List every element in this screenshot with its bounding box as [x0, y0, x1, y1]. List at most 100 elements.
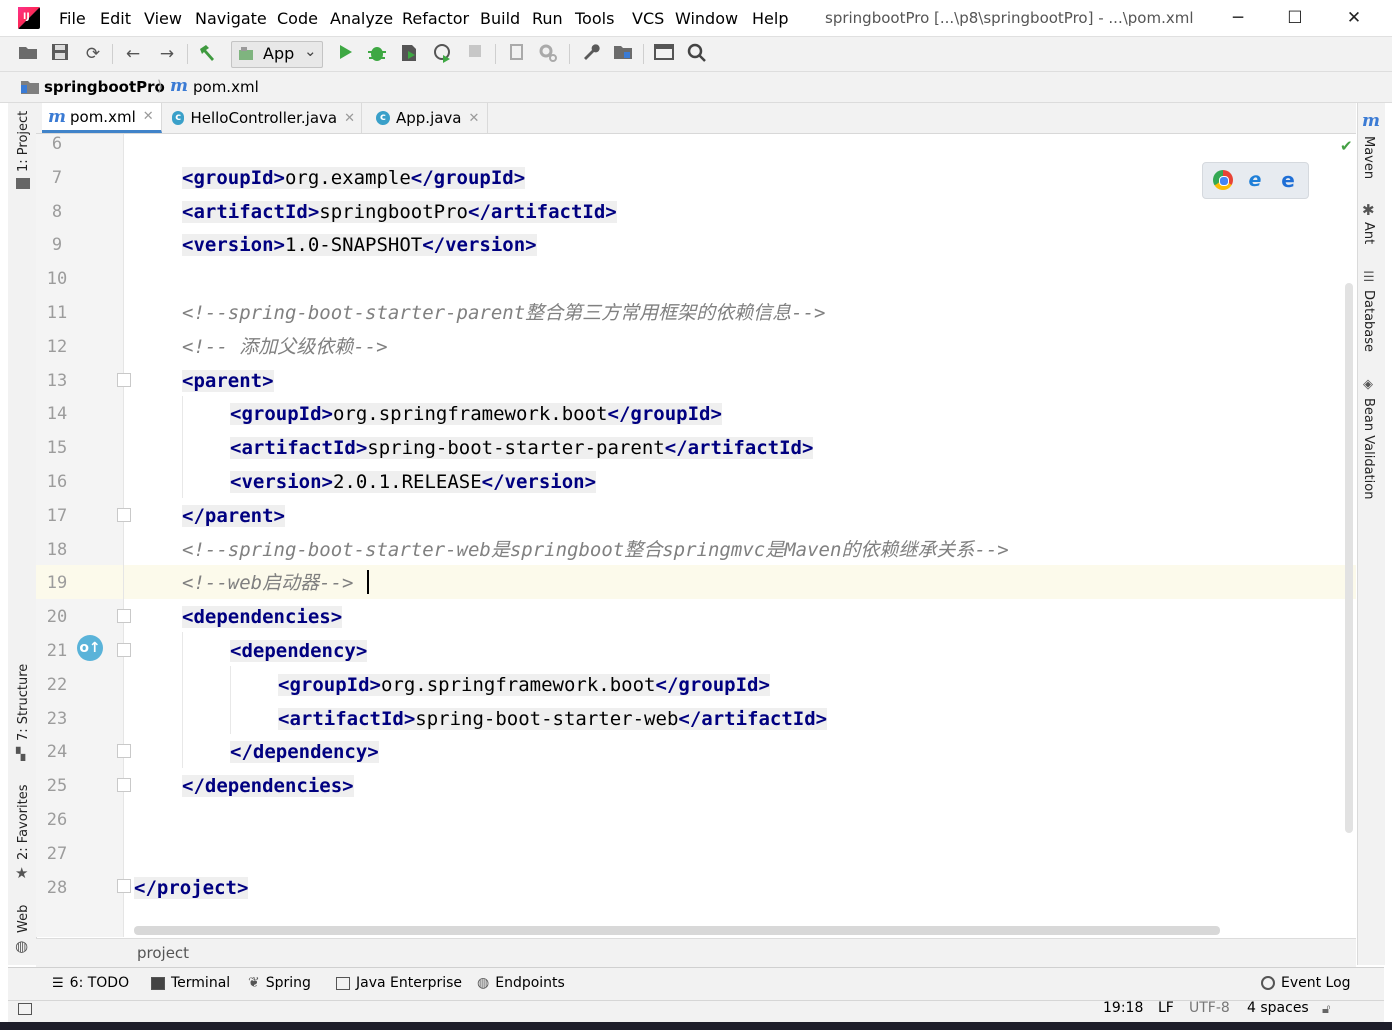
project-tool-tab[interactable]: 1: Project [16, 111, 31, 172]
code-line[interactable]: <groupId>org.springframework.boot</group… [230, 397, 722, 431]
forward-arrow-icon[interactable]: → [156, 43, 178, 65]
tab-app-java[interactable]: c App.java ✕ [370, 103, 488, 133]
menu-edit[interactable]: Edit [100, 9, 131, 28]
bean-validation-tool-tab[interactable]: Bean Validation [1361, 398, 1376, 499]
vertical-scrollbar[interactable] [1345, 283, 1353, 833]
caret-position[interactable]: 19:18 [1103, 1000, 1143, 1016]
menu-window[interactable]: Window [675, 9, 738, 28]
database-tool-tab[interactable]: Database [1361, 290, 1376, 352]
menu-refactor[interactable]: Refactor [402, 9, 469, 28]
web-tool-tab[interactable]: Web [16, 905, 31, 933]
menu-build[interactable]: Build [480, 9, 520, 28]
code-line[interactable]: <version>1.0-SNAPSHOT</version> [182, 228, 537, 262]
fold-marker[interactable] [117, 643, 131, 657]
breadcrumb-file[interactable]: pom.xml [193, 78, 259, 96]
run-configuration-select[interactable]: App ⌄ [231, 41, 323, 68]
run-icon[interactable] [334, 43, 356, 65]
fold-marker[interactable] [117, 609, 131, 623]
profile-icon[interactable] [432, 43, 454, 65]
code-line[interactable]: <artifactId>spring-boot-starter-parent</… [230, 431, 814, 465]
code-line[interactable]: <!--spring-boot-starter-web是springboot整合… [182, 533, 1009, 567]
code-line[interactable]: <!-- 添加父级依赖--> [182, 330, 388, 364]
project-structure-icon[interactable] [612, 43, 634, 65]
tab-hellocontroller-java[interactable]: c HelloController.java ✕ [166, 103, 362, 133]
spring-tool-tab[interactable]: ❦ Spring [248, 975, 311, 991]
line-separator[interactable]: LF [1158, 1000, 1174, 1016]
chevron-down-icon: ⌄ [304, 42, 317, 60]
wrench-settings-icon[interactable] [580, 43, 602, 65]
terminal-window-icon[interactable] [653, 43, 675, 65]
terminal-tool-tab[interactable]: Terminal [151, 975, 230, 991]
structure-tool-tab[interactable]: 7: Structure [16, 664, 31, 741]
menu-view[interactable]: View [144, 9, 182, 28]
code-line[interactable]: <dependencies> [182, 600, 343, 634]
maven-dependency-gutter-icon[interactable]: o↑ [77, 635, 103, 661]
horizontal-scrollbar[interactable] [134, 926, 1220, 935]
code-line[interactable]: <artifactId>spring-boot-starter-web</art… [278, 702, 828, 736]
line-number: 11 [46, 303, 68, 323]
stop-icon[interactable] [464, 43, 486, 65]
menu-tools[interactable]: Tools [575, 9, 614, 28]
indent-setting[interactable]: 4 spaces [1247, 1000, 1309, 1016]
code-line[interactable]: <!--web启动器--> [182, 566, 353, 600]
close-window-button[interactable]: ✕ [1337, 4, 1371, 32]
menu-code[interactable]: Code [277, 9, 318, 28]
code-line[interactable]: </dependencies> [182, 769, 354, 803]
fold-marker[interactable] [117, 879, 131, 893]
sync-icon[interactable]: ⟳ [82, 43, 104, 65]
file-encoding[interactable]: UTF-8 [1189, 1000, 1230, 1016]
attach-debugger-icon[interactable] [506, 43, 528, 65]
ant-tool-tab[interactable]: Ant [1361, 222, 1376, 244]
code-line[interactable]: </project> [134, 871, 249, 905]
breadcrumb-project[interactable]: springbootPro [44, 78, 165, 96]
code-line[interactable]: </parent> [182, 499, 285, 533]
menu-file[interactable]: File [59, 9, 86, 28]
code-line[interactable]: </dependency> [230, 735, 379, 769]
code-line[interactable]: <version>2.0.1.RELEASE</version> [230, 465, 597, 499]
menu-vcs[interactable]: VCS [632, 9, 664, 28]
fold-marker[interactable] [117, 373, 131, 387]
code-line[interactable]: <dependency> [230, 634, 368, 668]
close-icon[interactable]: ✕ [469, 111, 480, 126]
maven-tool-tab[interactable]: Maven [1361, 136, 1376, 179]
tab-label: HelloController.java [190, 109, 338, 127]
tag-highlight: <groupId>org.example</groupId> [182, 166, 526, 189]
close-icon[interactable]: ✕ [344, 111, 355, 126]
code-line[interactable]: <groupId>org.example</groupId> [182, 161, 526, 195]
fold-marker[interactable] [117, 778, 131, 792]
java-enterprise-icon [336, 976, 350, 990]
minimize-button[interactable]: ─ [1221, 4, 1255, 32]
chrome-icon[interactable] [1213, 170, 1233, 190]
code-line[interactable]: <parent> [182, 364, 274, 398]
favorites-tool-tab[interactable]: 2: Favorites [16, 784, 31, 860]
code-line[interactable]: <!--spring-boot-starter-parent整合第三方常用框架的… [182, 296, 826, 330]
open-folder-icon[interactable] [17, 43, 39, 65]
run-with-coverage-icon[interactable] [398, 43, 420, 65]
tag-breadcrumb-project[interactable]: project [137, 944, 189, 962]
toggle-tool-windows-icon[interactable] [18, 1003, 32, 1015]
menu-analyze[interactable]: Analyze [330, 9, 393, 28]
menu-navigate[interactable]: Navigate [195, 9, 267, 28]
settings-gears-icon[interactable] [537, 43, 559, 65]
event-log-tool-tab[interactable]: Event Log [1261, 975, 1351, 991]
fold-marker[interactable] [117, 744, 131, 758]
maximize-button[interactable]: ☐ [1278, 4, 1312, 32]
edge-icon[interactable]: e [1278, 170, 1298, 190]
code-line[interactable]: <groupId>org.springframework.boot</group… [278, 668, 770, 702]
lock-icon[interactable]: 🔓︎ [1322, 1002, 1330, 1017]
build-hammer-icon[interactable] [196, 43, 218, 65]
internet-explorer-icon[interactable]: e [1245, 170, 1265, 190]
close-icon[interactable]: ✕ [143, 109, 154, 124]
xml-tag: <dependencies> [182, 606, 343, 629]
java-enterprise-tool-tab[interactable]: Java Enterprise [336, 975, 462, 991]
todo-tool-tab[interactable]: ☰ 6: TODO [52, 975, 129, 991]
menu-help[interactable]: Help [752, 9, 788, 28]
menu-run[interactable]: Run [532, 9, 563, 28]
fold-marker[interactable] [117, 508, 131, 522]
endpoints-tool-tab[interactable]: ◍ Endpoints [477, 975, 565, 991]
code-line[interactable]: <artifactId>springbootPro</artifactId> [182, 195, 617, 229]
search-icon[interactable] [686, 43, 708, 65]
save-icon[interactable] [49, 43, 71, 65]
debug-bug-icon[interactable] [366, 43, 388, 65]
back-arrow-icon[interactable]: ← [122, 43, 144, 65]
